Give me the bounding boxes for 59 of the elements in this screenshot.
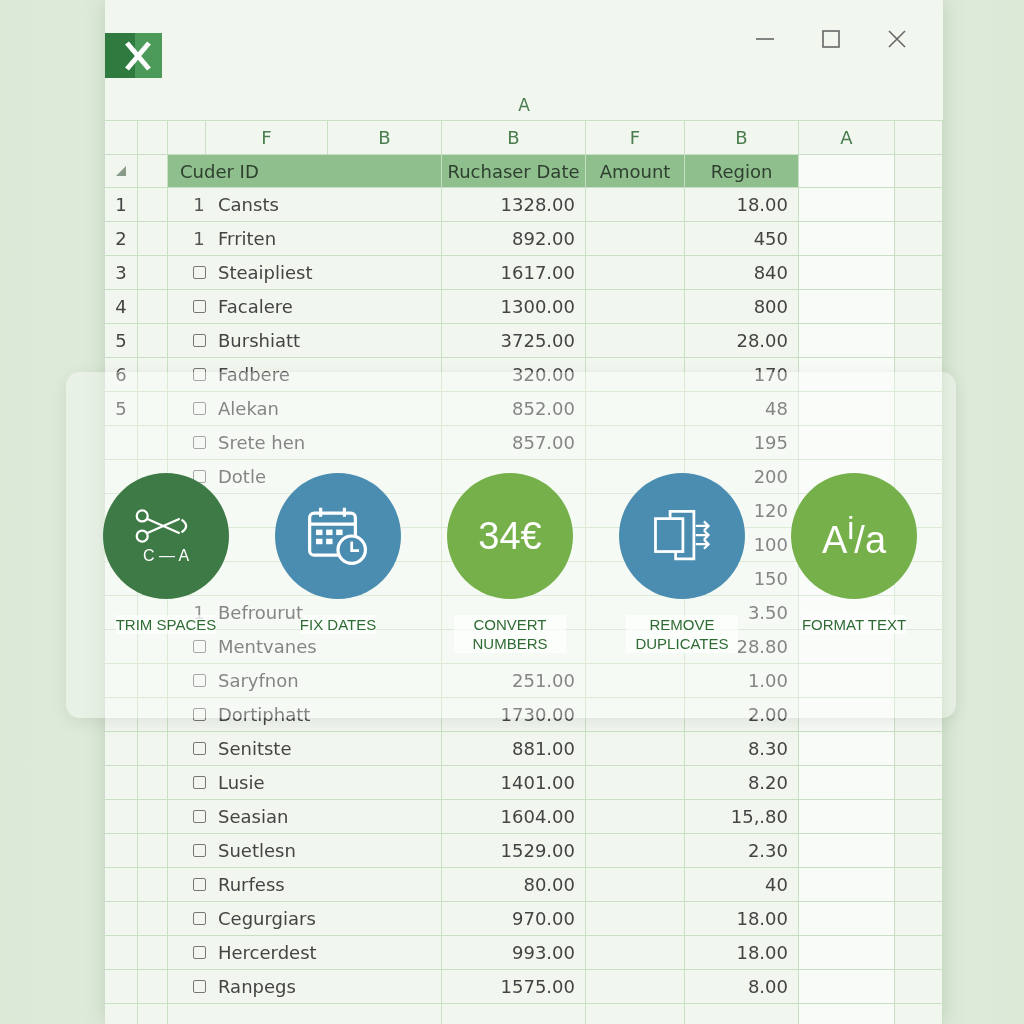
table-cell: 251.00 [442,664,586,698]
row-marker: 1 [193,194,205,215]
cell-text: Srete hen [218,432,306,453]
cell-text: Fadbere [218,364,290,385]
cell-text: Senitste [218,738,292,759]
table-cell: 892.00 [442,222,586,256]
row-header: 5 [105,392,138,426]
cell-text: Suetlesn [218,840,296,861]
table-cell: 852.00 [442,392,586,426]
cell-text: Alekan [218,398,279,419]
table-cell: 881.00 [442,732,586,766]
cell-text: Mentvanes [218,636,317,657]
icon-label: A$^{i}$/a [821,510,887,562]
tool-label: FORMAT TEXT [801,615,907,634]
row-header: 4 [105,290,138,324]
column-header: Cuder ID [168,155,442,188]
table-cell: 1328.00 [442,188,586,222]
table-cell: 1529.00 [442,834,586,868]
tool-label: CONVERT NUMBERS [454,615,566,653]
table-cell: 1604.00 [442,800,586,834]
table-cell: 1300.00 [442,290,586,324]
table-cell: 857.00 [442,426,586,460]
cell-text: Hercerdest [218,942,317,963]
cell-text: Dortiphatt [218,704,311,725]
tool-label: FIX DATES [299,615,377,634]
column-header: Amount [586,155,685,188]
cell-text: Rurfess [218,874,285,895]
table-cell: 320.00 [442,358,586,392]
icon-label: C — A [142,547,190,565]
cell-text: Steaipliest [218,262,313,283]
table-cell: 3725.00 [442,324,586,358]
cell-text: Lusie [218,772,265,793]
cell-text: Facalere [218,296,293,317]
cell-text: Seasian [218,806,289,827]
tool-label: REMOVE DUPLICATES [626,615,738,653]
row-header: 3 [105,256,138,290]
table-cell: 1575.00 [442,970,586,1004]
row-header: 2 [105,222,138,256]
table-cell: 970.00 [442,902,586,936]
column-header: Region [685,155,799,188]
table-cell: 993.00 [442,936,586,970]
column-header: Ruchaser Date [442,155,586,188]
sheet-title: A [518,95,530,115]
icon-label: 34€ [478,514,542,558]
cell-text: Cansts [218,194,279,215]
cell-text: Frriten [218,228,277,249]
cell-text: Cegurgiars [218,908,316,929]
row-header: 1 [105,188,138,222]
table-cell: 1730.00 [442,698,586,732]
table-cell: 1617.00 [442,256,586,290]
table-cell: 1401.00 [442,766,586,800]
table-cell: 80.00 [442,868,586,902]
row-marker: 1 [193,228,205,249]
row-header: 6 [105,358,138,392]
cell-text: Burshiatt [218,330,301,351]
cell-text: Ranpegs [218,976,296,997]
column-letter[interactable]: B [442,120,586,155]
row-header: 5 [105,324,138,358]
cell-text: Saryfnon [218,670,299,691]
